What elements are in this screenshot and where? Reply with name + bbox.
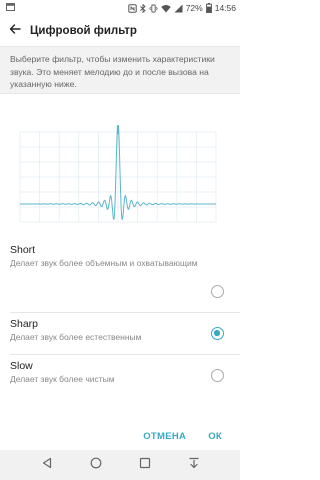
arrow-left-icon xyxy=(9,22,21,40)
status-right: 72% 14:56 xyxy=(128,3,236,13)
battery-percent: 72% xyxy=(185,3,203,13)
radio-sharp[interactable] xyxy=(211,327,224,340)
option-slow[interactable]: Slow Делает звук более чистым xyxy=(0,355,240,397)
wifi-icon xyxy=(161,4,171,13)
recents-nav-button[interactable] xyxy=(135,455,155,475)
status-bar: 72% 14:56 xyxy=(0,0,240,16)
option-desc: Делает звук более естественным xyxy=(10,332,142,342)
home-nav-button[interactable] xyxy=(86,455,106,475)
filter-response-graph xyxy=(0,94,240,239)
navigation-bar xyxy=(0,450,240,480)
signal-icon xyxy=(174,4,183,13)
back-button[interactable] xyxy=(0,16,30,46)
option-desc: Делает звук более чистым xyxy=(10,374,115,384)
radio-slow[interactable] xyxy=(211,369,224,382)
option-short[interactable]: Short Делает звук более объемным и охват… xyxy=(0,239,240,313)
filter-graph-svg xyxy=(19,125,217,223)
dialog-actions: ОТМЕНА ОК xyxy=(0,422,240,450)
option-title: Sharp xyxy=(10,318,39,330)
gallery-notification-icon xyxy=(6,3,15,13)
bluetooth-icon xyxy=(139,3,146,13)
graph-grid xyxy=(19,131,217,223)
square-recents-icon xyxy=(139,456,151,474)
option-title: Short xyxy=(10,244,36,256)
battery-icon xyxy=(205,3,212,13)
clock: 14:56 xyxy=(214,3,236,13)
page-title: Цифровой фильтр xyxy=(30,25,137,37)
cancel-button[interactable]: ОТМЕНА xyxy=(143,431,186,442)
triangle-back-icon xyxy=(41,456,53,474)
vibrate-icon xyxy=(149,4,158,13)
arrow-down-icon xyxy=(188,456,200,474)
description-text: Выберите фильтр, чтобы изменить характер… xyxy=(0,46,240,94)
option-sharp[interactable]: Sharp Делает звук более естественным xyxy=(0,313,240,355)
option-title: Slow xyxy=(10,360,33,372)
notifications-nav-button[interactable] xyxy=(184,455,204,475)
app-bar: Цифровой фильтр xyxy=(0,16,240,46)
nfc-icon xyxy=(128,3,137,13)
back-nav-button[interactable] xyxy=(37,455,57,475)
ok-button[interactable]: ОК xyxy=(208,431,222,442)
circle-home-icon xyxy=(90,456,102,474)
filter-options: Short Делает звук более объемным и охват… xyxy=(0,239,240,397)
radio-short[interactable] xyxy=(211,285,224,298)
option-desc: Делает звук более объемным и охватывающи… xyxy=(10,258,198,268)
status-left xyxy=(6,3,15,13)
